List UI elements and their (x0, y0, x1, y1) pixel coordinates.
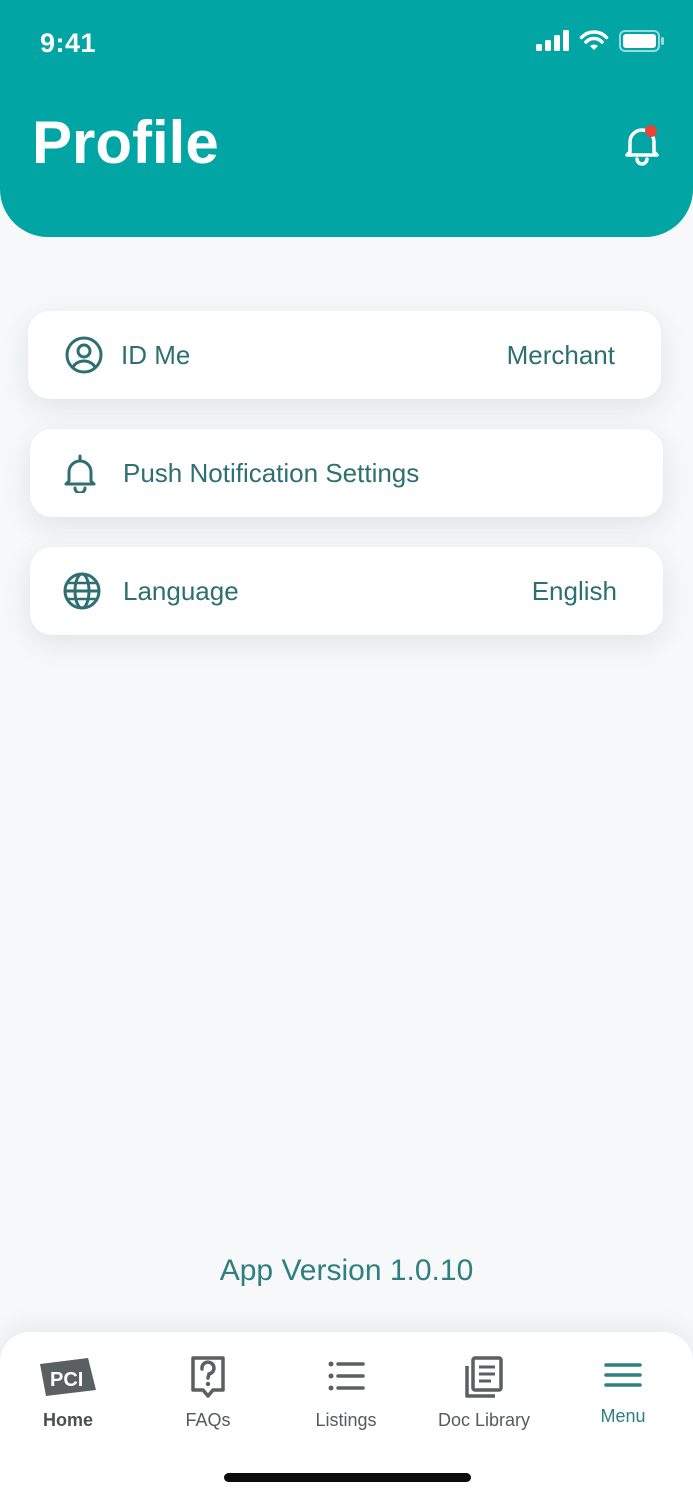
notifications-button[interactable] (620, 122, 664, 166)
wifi-icon (579, 30, 609, 50)
push-notification-settings-row[interactable]: Push Notification Settings (30, 429, 663, 517)
tab-doc-library-label: Doc Library (437, 1410, 531, 1430)
language-label: Language (123, 576, 239, 606)
status-time: 9:41 (40, 28, 97, 58)
bell-icon (64, 454, 96, 493)
tab-home-label: Home (42, 1410, 93, 1430)
tab-faqs[interactable]: FAQs (143, 1354, 273, 1434)
documents-icon (465, 1356, 503, 1398)
page-title: Profile (32, 109, 219, 176)
id-me-value: Merchant (506, 340, 615, 370)
language-value: English (531, 576, 617, 606)
tab-home[interactable]: PCI Home (3, 1354, 133, 1434)
header: 9:41 Profile (0, 0, 693, 237)
id-me-row[interactable]: ID Me Merchant (28, 311, 661, 399)
hamburger-menu-icon (604, 1363, 642, 1387)
push-notification-settings-label: Push Notification Settings (123, 458, 420, 488)
status-icons (535, 30, 665, 52)
globe-icon (63, 572, 101, 610)
svg-text:PCI: PCI (50, 1369, 83, 1391)
bell-icon (625, 125, 659, 166)
app-version: App Version 1.0.10 (219, 1254, 474, 1287)
tab-listings[interactable]: Listings (281, 1354, 411, 1434)
id-me-label: ID Me (121, 340, 191, 370)
user-circle-icon (65, 336, 103, 374)
signal-icon (536, 30, 569, 51)
tab-menu-label: Menu (600, 1406, 646, 1426)
language-row[interactable]: Language English (30, 547, 663, 635)
tab-menu[interactable]: Menu (558, 1354, 688, 1434)
question-bubble-icon (191, 1356, 225, 1398)
pci-logo-icon: PCI (40, 1358, 96, 1396)
tab-doc-library[interactable]: Doc Library (419, 1354, 549, 1434)
home-indicator (224, 1473, 471, 1482)
list-icon (328, 1361, 365, 1391)
tab-listings-label: Listings (315, 1410, 377, 1430)
tab-faqs-label: FAQs (185, 1410, 231, 1430)
battery-icon (619, 30, 664, 52)
